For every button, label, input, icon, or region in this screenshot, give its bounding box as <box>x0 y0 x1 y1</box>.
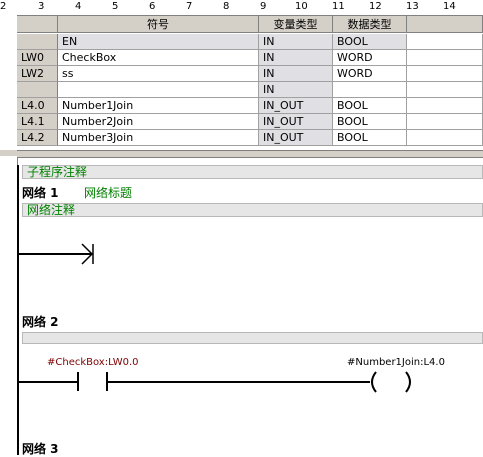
network-3-label[interactable]: 网络 3 <box>22 440 59 457</box>
horizontal-ruler: 2 3 4 5 6 7 8 9 10 11 12 13 14 <box>0 0 483 16</box>
data-type-cell[interactable]: WORD <box>333 66 407 82</box>
data-type-cell[interactable]: BOOL <box>333 98 407 114</box>
table-row[interactable]: L4.0 Number1Join IN_OUT BOOL <box>17 98 483 114</box>
symbol-cell[interactable]: CheckBox <box>58 50 259 66</box>
pane-divider-gap <box>0 150 17 156</box>
table-row[interactable]: L4.1 Number2Join IN_OUT BOOL <box>17 114 483 130</box>
output-coil-icon[interactable] <box>366 370 420 394</box>
table-row[interactable]: L4.2 Number3Join IN_OUT BOOL <box>17 130 483 146</box>
row-address: L4.1 <box>17 114 58 130</box>
network-1-comment[interactable]: 网络注释 <box>22 203 483 217</box>
comment-cell[interactable] <box>407 82 483 98</box>
ruler-tick: 13 <box>406 1 419 12</box>
data-type-cell[interactable]: WORD <box>333 50 407 66</box>
ruler-tick: 2 <box>0 1 7 12</box>
header-address-corner <box>17 16 58 33</box>
ruler-tick: 12 <box>369 1 382 12</box>
coil-operand[interactable]: #Number1Join:L4.0 <box>347 357 445 368</box>
var-type-cell[interactable]: IN <box>259 66 333 82</box>
ruler-tick: 11 <box>332 1 345 12</box>
row-address <box>17 34 58 50</box>
var-type-cell[interactable]: IN_OUT <box>259 98 333 114</box>
subroutine-comment[interactable]: 子程序注释 <box>22 165 483 179</box>
comment-cell[interactable] <box>407 50 483 66</box>
column-header-comment[interactable] <box>407 16 483 33</box>
data-type-cell[interactable]: BOOL <box>333 114 407 130</box>
symbol-cell[interactable] <box>58 82 259 98</box>
pane-splitter[interactable] <box>17 150 483 158</box>
ruler-tick: 3 <box>38 1 45 12</box>
var-type-cell[interactable]: IN <box>259 50 333 66</box>
network-2-label[interactable]: 网络 2 <box>22 313 59 330</box>
ruler-tick: 8 <box>223 1 230 12</box>
column-header-symbol[interactable]: 符号 <box>58 16 259 33</box>
data-type-cell[interactable]: BOOL <box>333 34 407 50</box>
symbol-cell[interactable]: Number2Join <box>58 114 259 130</box>
row-address: L4.0 <box>17 98 58 114</box>
table-row[interactable]: IN <box>17 82 483 98</box>
rung-open-arrow-icon[interactable] <box>78 242 96 266</box>
network-2-rung-mid <box>107 381 370 383</box>
var-type-cell[interactable]: IN_OUT <box>259 130 333 146</box>
table-row[interactable]: EN IN BOOL <box>17 34 483 50</box>
contact-left-bar <box>77 372 79 391</box>
ruler-tick: 5 <box>112 1 119 12</box>
symbol-cell[interactable]: Number1Join <box>58 98 259 114</box>
row-address <box>17 82 58 98</box>
left-power-rail <box>17 165 19 455</box>
ruler-tick: 6 <box>149 1 156 12</box>
ruler-tick: 7 <box>186 1 193 12</box>
table-row[interactable]: LW0 CheckBox IN WORD <box>17 50 483 66</box>
ruler-tick: 10 <box>295 1 308 12</box>
var-type-cell[interactable]: IN <box>259 34 333 50</box>
comment-cell[interactable] <box>407 66 483 82</box>
symbol-cell[interactable]: ss <box>58 66 259 82</box>
row-address: LW0 <box>17 50 58 66</box>
contact-operand[interactable]: #CheckBox:LW0.0 <box>47 357 139 368</box>
row-address: L4.2 <box>17 130 58 146</box>
column-header-data-type[interactable]: 数据类型 <box>333 16 407 33</box>
table-row[interactable]: LW2 ss IN WORD <box>17 66 483 82</box>
comment-cell[interactable] <box>407 114 483 130</box>
var-type-cell[interactable]: IN_OUT <box>259 114 333 130</box>
data-type-cell[interactable] <box>333 82 407 98</box>
row-address: LW2 <box>17 66 58 82</box>
symbol-cell[interactable]: Number3Join <box>58 130 259 146</box>
ruler-tick: 4 <box>75 1 82 12</box>
network-2-rung-left <box>19 381 78 383</box>
column-header-var-type[interactable]: 变量类型 <box>259 16 333 33</box>
variable-table: 符号 变量类型 数据类型 EN IN BOOL LW0 CheckBox IN … <box>17 16 483 150</box>
ruler-tick: 9 <box>260 1 267 12</box>
var-type-cell[interactable]: IN <box>259 82 333 98</box>
left-margin <box>0 15 18 455</box>
data-type-cell[interactable]: BOOL <box>333 130 407 146</box>
network-1-label[interactable]: 网络 1 <box>22 184 59 201</box>
network-2-comment[interactable] <box>22 332 483 344</box>
ruler-tick: 14 <box>443 1 456 12</box>
comment-cell[interactable] <box>407 34 483 50</box>
symbol-cell[interactable]: EN <box>58 34 259 50</box>
network-1-title[interactable]: 网络标题 <box>84 184 132 201</box>
comment-cell[interactable] <box>407 98 483 114</box>
comment-cell[interactable] <box>407 130 483 146</box>
